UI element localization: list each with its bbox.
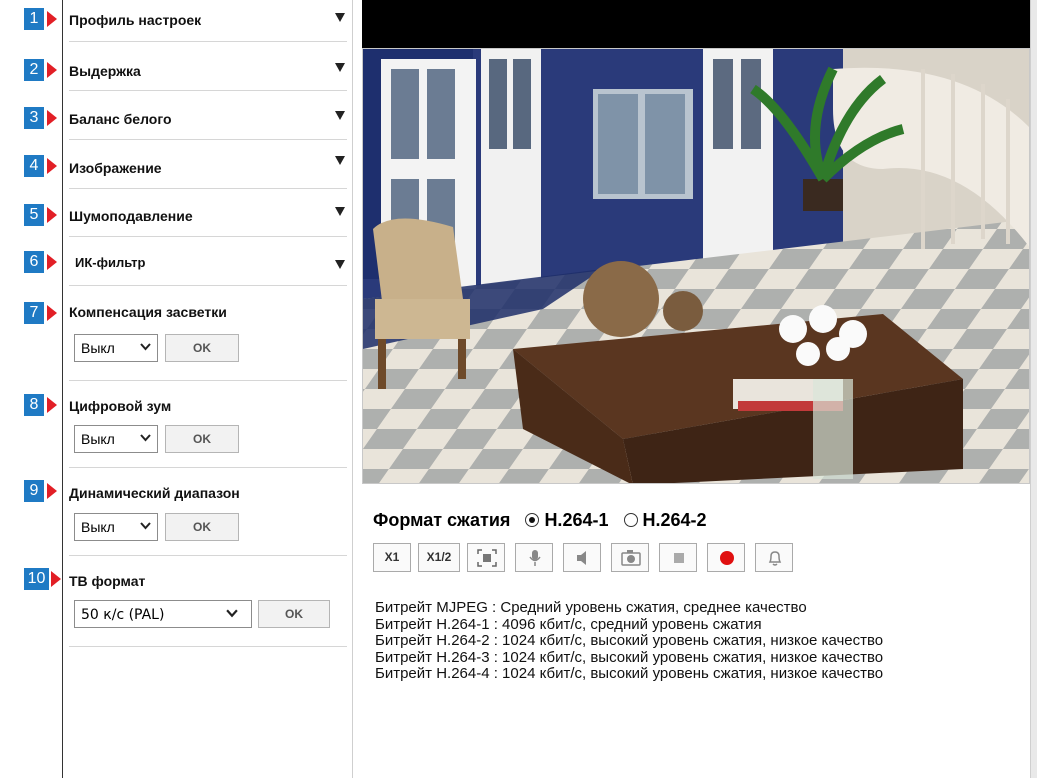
section-dynamic-range: Динамический диапазон Выкл OK [69,468,347,556]
section-label: Шумоподавление [69,208,193,224]
zoom-x1-2-button[interactable]: X1/2 [418,543,460,572]
bitrate-line: Битрейт H.264-2 : 1024 кбит/с, высокий у… [375,632,884,649]
select-value: Выкл [81,431,115,447]
bitrate-line: Битрейт MJPEG : Средний уровень сжатия, … [375,599,807,616]
section-label: ТВ формат [69,573,146,589]
camera-live-view[interactable] [362,48,1030,484]
camera-icon [621,550,641,566]
stop-icon [674,553,684,563]
chevron-down-icon [140,434,151,442]
scrollbar-track[interactable] [1030,0,1037,778]
digital-zoom-select[interactable]: Выкл [74,425,158,453]
compression-format: Формат сжатия H.264-1 H.264-2 [373,510,707,531]
bitrate-line: Битрейт H.264-1 : 4096 кбит/с, средний у… [375,615,762,633]
dynamic-range-ok-button[interactable]: OK [165,513,239,541]
bitrate-line: Битрейт H.264-4 : 1024 кбит/с, высокий у… [375,665,884,682]
section-image[interactable]: Изображение [69,140,347,189]
marker-9: 9 [24,480,57,502]
chevron-down-icon [140,343,151,351]
radio-h264-2[interactable] [623,513,638,527]
zoom-x1-button[interactable]: X1 [373,543,411,572]
caret-down-icon[interactable] [335,156,345,165]
section-label: Профиль настроек [69,12,202,28]
section-label: Изображение [69,160,162,176]
camera-image [363,49,1029,483]
caret-down-icon[interactable] [335,63,345,72]
select-value: Выкл [81,340,115,356]
marker-3: 3 [24,107,57,129]
marker-5: 5 [24,204,57,226]
settings-panel: Профиль настроек Выдержка Баланс белого … [62,0,353,778]
record-button[interactable] [707,543,745,572]
caret-down-icon[interactable] [335,260,345,269]
fullscreen-button[interactable] [467,543,505,572]
radio-h264-1-label[interactable]: H.264-1 [544,510,608,530]
section-white-balance[interactable]: Баланс белого [69,91,347,140]
bitrate-line: Битрейт H.264-3 : 1024 кбит/с, высокий у… [375,648,884,666]
caret-down-icon[interactable] [335,13,345,22]
marker-2: 2 [24,59,57,81]
section-ir-filter[interactable]: ИК-фильтр [69,237,347,286]
section-blc: Компенсация засветки Выкл OK [69,286,347,381]
caret-down-icon[interactable] [335,207,345,216]
section-label: Компенсация засветки [69,304,227,320]
fullscreen-icon [477,549,497,567]
stop-button[interactable] [659,543,697,572]
microphone-icon [529,550,541,566]
blc-select[interactable]: Выкл [74,334,158,362]
speaker-icon [577,551,586,565]
video-header-bar [362,0,1030,48]
blc-ok-button[interactable]: OK [165,334,239,362]
section-noise-reduction[interactable]: Шумоподавление [69,189,347,237]
section-shutter[interactable]: Выдержка [69,41,347,91]
marker-1: 1 [24,8,57,30]
microphone-button[interactable] [515,543,553,572]
chevron-down-icon [140,522,151,530]
section-label: ИК-фильтр [75,255,146,270]
marker-4: 4 [24,155,57,177]
snapshot-button[interactable] [611,543,649,572]
radio-h264-2-label[interactable]: H.264-2 [643,510,707,530]
section-tv-format: ТВ формат 50 к/с (PAL) OK [69,556,347,647]
alarm-button[interactable] [755,543,793,572]
section-label: Цифровой зум [69,398,172,414]
marker-10: 10 [24,568,61,590]
chevron-down-icon [226,609,238,618]
section-label: Динамический диапазон [69,485,240,501]
section-profile[interactable]: Профиль настроек [69,0,347,42]
dynamic-range-select[interactable]: Выкл [74,513,158,541]
speaker-button[interactable] [563,543,601,572]
tv-format-select[interactable]: 50 к/с (PAL) [74,600,252,628]
marker-7: 7 [24,302,57,324]
section-digital-zoom: Цифровой зум Выкл OK [69,381,347,468]
section-label: Выдержка [69,63,141,79]
record-icon [720,551,734,565]
alarm-bell-icon [768,551,782,566]
select-value: Выкл [81,519,115,535]
select-value: 50 к/с (PAL) [81,607,165,623]
marker-8: 8 [24,394,57,416]
digital-zoom-ok-button[interactable]: OK [165,425,239,453]
caret-down-icon[interactable] [335,111,345,120]
bitrate-info: Битрейт MJPEG : Средний уровень сжатия, … [375,599,884,683]
section-label: Баланс белого [69,111,172,127]
tv-format-ok-button[interactable]: OK [258,600,330,628]
compression-label: Формат сжатия [373,510,511,530]
radio-h264-1[interactable] [525,513,540,527]
marker-6: 6 [24,251,57,273]
